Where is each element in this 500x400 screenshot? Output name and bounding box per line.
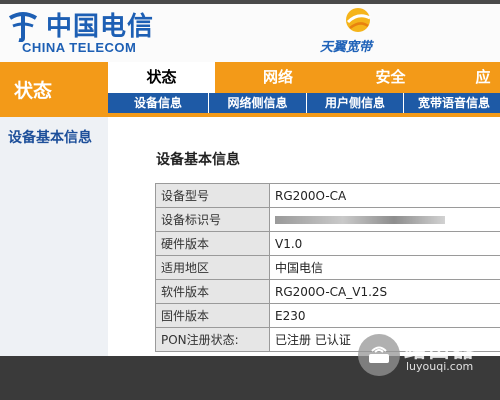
subtab-device-info[interactable]: 设备信息 <box>108 93 209 113</box>
sub-tabs: 设备信息 网络侧信息 用户侧信息 宽带语音信息 <box>108 93 500 113</box>
row-label: 固件版本 <box>155 303 270 328</box>
main-content: 设备基本信息 设备型号 RG200O-CA 设备标识号 硬件版本 V1.0 适用… <box>108 117 500 356</box>
header: 中国电信 CHINA TELECOM 天翼宽带 <box>0 0 500 62</box>
table-row: 设备型号 RG200O-CA <box>155 183 500 208</box>
table-row: 软件版本 RG200O-CA_V1.2S <box>155 279 500 304</box>
row-label: 适用地区 <box>155 255 270 280</box>
table-row: 设备标识号 <box>155 207 500 232</box>
row-value: V1.0 <box>269 231 500 256</box>
china-telecom-logo: 中国电信 CHINA TELECOM <box>6 6 166 58</box>
tianyi-mark-icon <box>346 8 371 32</box>
sidebar-title: 状态 <box>14 80 53 102</box>
row-value: 中国电信 <box>269 255 500 280</box>
device-info-table: 设备型号 RG200O-CA 设备标识号 硬件版本 V1.0 适用地区 中国电信… <box>155 183 500 352</box>
logo-text-cn: 中国电信 <box>46 12 155 42</box>
tab-status[interactable]: 状态 <box>108 62 215 93</box>
tianyi-broadband-logo: 天翼宽带 <box>320 6 400 56</box>
row-label: 设备型号 <box>155 183 270 208</box>
row-label: 软件版本 <box>155 279 270 304</box>
subtab-voice-info[interactable]: 宽带语音信息 <box>404 93 500 113</box>
tab-security[interactable]: 安全 <box>338 62 443 93</box>
row-value: RG200O-CA <box>269 183 500 208</box>
partner-text: 天翼宽带 <box>320 40 373 55</box>
tab-apps[interactable]: 应 <box>453 62 500 93</box>
router-admin-page: 中国电信 CHINA TELECOM 天翼宽带 状态 状态 网络 安全 应 设备… <box>0 0 500 356</box>
sidebar-header: 状态 <box>0 62 108 113</box>
table-row: 适用地区 中国电信 <box>155 255 500 280</box>
redaction-mask <box>275 216 445 224</box>
sidebar: 设备基本信息 <box>0 117 108 356</box>
china-telecom-mark-icon <box>8 12 38 42</box>
row-value: RG200O-CA_V1.2S <box>269 279 500 304</box>
subtab-user-info[interactable]: 用户侧信息 <box>307 93 404 113</box>
sidebar-item-device-basic-info[interactable]: 设备基本信息 <box>8 127 92 147</box>
row-label: 设备标识号 <box>155 207 270 232</box>
tab-network[interactable]: 网络 <box>228 62 328 93</box>
table-row: 固件版本 E230 <box>155 303 500 328</box>
main-tabs: 状态 网络 安全 应 <box>108 62 500 93</box>
row-value: E230 <box>269 303 500 328</box>
table-row: 硬件版本 V1.0 <box>155 231 500 256</box>
watermark-url: luyouqi.com <box>406 360 474 373</box>
row-value-masked <box>269 207 500 232</box>
subtab-network-info[interactable]: 网络侧信息 <box>209 93 307 113</box>
top-edge <box>0 0 500 4</box>
section-title: 设备基本信息 <box>156 152 240 168</box>
row-label: 硬件版本 <box>155 231 270 256</box>
row-label: PON注册状态: <box>155 327 270 352</box>
logo-text-en: CHINA TELECOM <box>22 40 137 55</box>
watermark: 路由器 luyouqi.com <box>358 332 500 382</box>
router-icon <box>358 334 400 376</box>
